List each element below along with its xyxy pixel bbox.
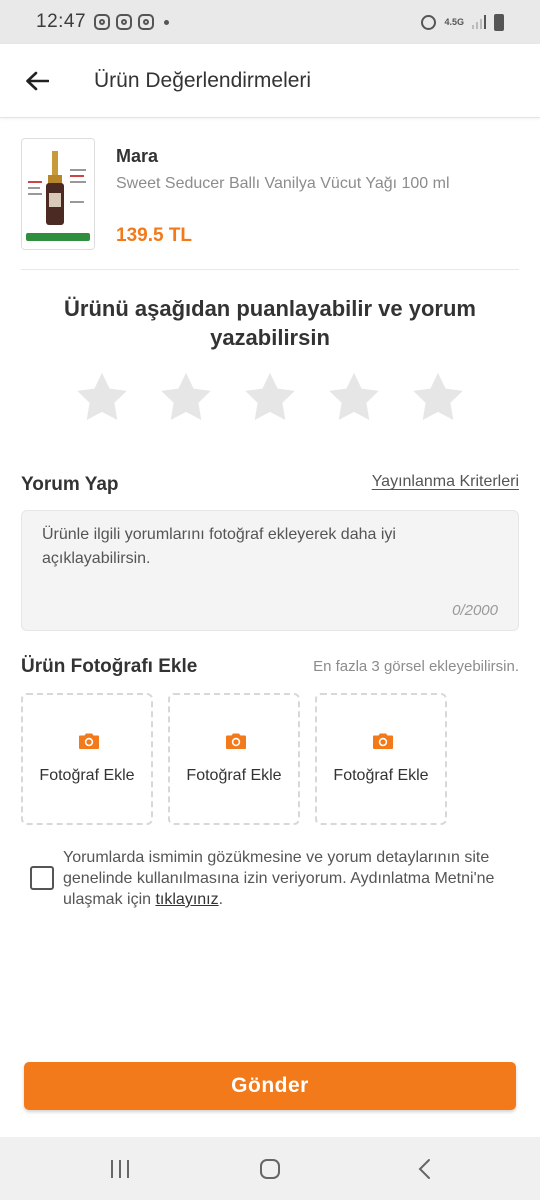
system-back-button[interactable] — [384, 1137, 464, 1200]
consent-body: Yorumlarda ismimin gözükmesine ve yorum … — [63, 849, 495, 908]
battery-icon — [494, 13, 504, 31]
status-time: 12:47 — [36, 11, 87, 32]
camera-icon — [373, 733, 393, 749]
recent-apps-icon — [111, 1159, 129, 1178]
page-title: Ürün Değerlendirmeleri — [94, 68, 312, 92]
consent-checkbox[interactable] — [30, 866, 54, 890]
privacy-notice-link[interactable]: tıklayınız — [155, 891, 218, 908]
add-photo-button-2[interactable]: Fotoğraf Ekle — [168, 693, 300, 825]
product-image — [21, 138, 95, 250]
add-photo-label: Fotoğraf Ekle — [39, 767, 135, 784]
submit-button[interactable]: Gönder — [24, 1062, 516, 1110]
comment-placeholder: Ürünle ilgili yorumlarını fotoğraf ekley… — [42, 526, 396, 567]
signal-icon — [472, 15, 486, 29]
notification-icons — [94, 14, 155, 30]
more-notifications-dot-icon — [164, 19, 170, 25]
product-summary: Mara Sweet Seducer Ballı Vanilya Vücut Y… — [21, 138, 519, 270]
star-icon — [245, 372, 295, 420]
photo-section-title: Ürün Fotoğrafı Ekle — [21, 656, 198, 677]
star-4[interactable] — [312, 362, 396, 432]
character-counter: 0/2000 — [452, 602, 498, 619]
product-name: Sweet Seducer Ballı Vanilya Vücut Yağı 1… — [116, 175, 450, 192]
rating-prompt: Ürünü aşağıdan puanlayabilir ve yorum ya… — [64, 296, 476, 350]
publishing-criteria-link[interactable]: Yayınlanma Kriterleri — [372, 473, 519, 491]
chevron-left-icon — [418, 1158, 430, 1179]
product-brand: Mara — [116, 146, 159, 166]
add-photo-label: Fotoğraf Ekle — [186, 767, 282, 784]
camera-icon — [79, 733, 99, 749]
recent-apps-button[interactable] — [80, 1137, 160, 1200]
instagram-icon — [116, 14, 133, 30]
add-photo-label: Fotoğraf Ekle — [333, 767, 429, 784]
product-bottle-image — [22, 139, 94, 249]
consent-text: Yorumlarda ismimin gözükmesine ve yorum … — [63, 847, 513, 910]
system-navigation-bar — [0, 1137, 540, 1200]
back-button[interactable] — [0, 44, 74, 118]
network-type: 4.5G — [444, 16, 464, 27]
star-2[interactable] — [144, 362, 228, 432]
star-icon — [413, 372, 463, 420]
instagram-icon — [138, 14, 155, 30]
comment-section-title: Yorum Yap — [21, 474, 119, 495]
star-3[interactable] — [228, 362, 312, 432]
photo-limit-hint: En fazla 3 görsel ekleyebilirsin. — [313, 658, 519, 675]
star-5[interactable] — [396, 362, 480, 432]
consent-suffix: . — [218, 891, 224, 908]
home-button[interactable] — [230, 1137, 310, 1200]
system-icons: 4.5G — [421, 13, 504, 31]
star-rating — [60, 362, 480, 432]
star-icon — [329, 372, 379, 420]
home-icon — [260, 1158, 280, 1179]
add-photo-button-1[interactable]: Fotoğraf Ekle — [21, 693, 153, 825]
add-photo-button-3[interactable]: Fotoğraf Ekle — [315, 693, 447, 825]
camera-icon — [226, 733, 246, 749]
arrow-left-icon — [26, 71, 49, 90]
alarm-icon — [421, 14, 437, 30]
star-icon — [161, 372, 211, 420]
star-icon — [77, 372, 127, 420]
app-header: Ürün Değerlendirmeleri — [0, 44, 540, 118]
comment-textarea[interactable]: Ürünle ilgili yorumlarını fotoğraf ekley… — [21, 510, 519, 631]
product-price: 139.5 TL — [116, 225, 193, 246]
star-1[interactable] — [60, 362, 144, 432]
instagram-icon — [94, 14, 111, 30]
status-bar: 12:47 4.5G — [0, 0, 540, 44]
